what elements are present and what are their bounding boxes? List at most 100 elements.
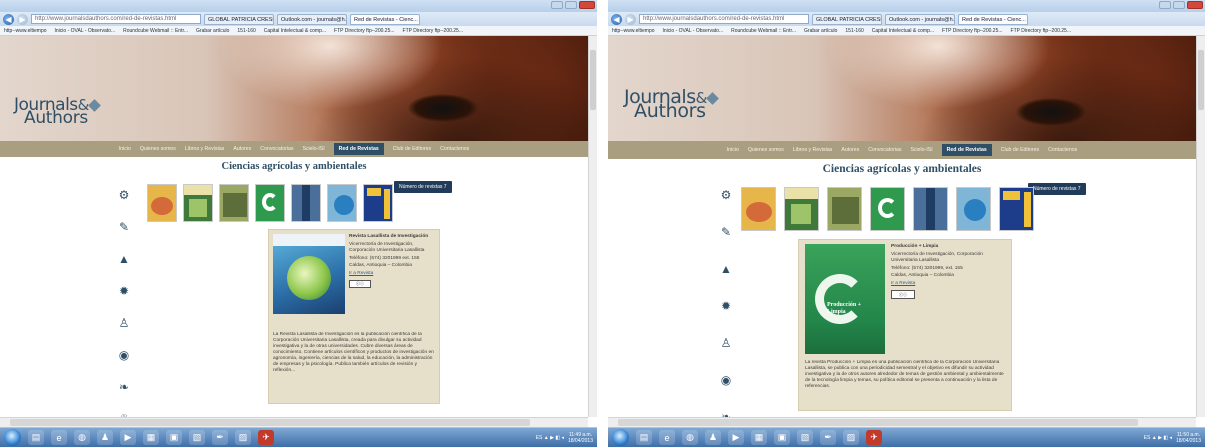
back-icon[interactable]: ◀ bbox=[611, 13, 622, 25]
gear-icon[interactable]: ✹ bbox=[116, 283, 132, 299]
tab-red-de-revistas[interactable]: Red de Revistas - Cienc... bbox=[350, 13, 420, 25]
menu-item-contactenos[interactable]: Contactenos bbox=[440, 146, 469, 152]
paint-icon[interactable]: ▧ bbox=[797, 430, 813, 445]
bookmark-item[interactable]: Capital Intelectual & comp... bbox=[264, 28, 326, 34]
bookmark-item[interactable]: Grabar artículo bbox=[196, 28, 229, 34]
bookmark-item[interactable]: 151-160 bbox=[845, 28, 863, 34]
fish-icon[interactable]: ❧ bbox=[718, 409, 734, 417]
flask-icon[interactable]: ♙ bbox=[116, 315, 132, 331]
ie-icon[interactable]: e bbox=[659, 430, 675, 445]
menu-item-scielo-isi[interactable]: Scielo-ISI bbox=[910, 147, 932, 153]
pdf-icon[interactable]: ✈ bbox=[258, 430, 274, 445]
globe-icon[interactable]: ◉ bbox=[116, 347, 132, 363]
address-bar[interactable]: http://www.journalsdauthors.com/red-de-r… bbox=[639, 14, 809, 24]
bookmark-item[interactable]: Grabar artículo bbox=[804, 28, 837, 34]
bookmark-item[interactable]: Capital Intelectual & comp... bbox=[872, 28, 934, 34]
menu-item-quienes-somos[interactable]: Quienes somos bbox=[748, 147, 784, 153]
menu-item-red-de-revistas[interactable]: Red de Revistas bbox=[333, 143, 384, 155]
bookmark-item[interactable]: Inicio - OVAL - Observato... bbox=[663, 28, 724, 34]
minimize-button[interactable] bbox=[1159, 1, 1171, 9]
bookmark-item[interactable]: Inicio - OVAL - Observato... bbox=[55, 28, 116, 34]
menu-item-inicio[interactable]: Inicio bbox=[119, 146, 131, 152]
menu-item-autores[interactable]: Autores bbox=[233, 146, 251, 152]
pen-icon[interactable]: ✒ bbox=[212, 430, 228, 445]
bookmark-item[interactable]: Roundcube Webmail :: Entr... bbox=[123, 28, 188, 34]
scroll-thumb[interactable] bbox=[10, 419, 530, 426]
leaf-drop-icon[interactable]: ✎ bbox=[718, 224, 734, 240]
firefox-icon[interactable]: ◍ bbox=[74, 430, 90, 445]
paint-icon[interactable]: ▧ bbox=[189, 430, 205, 445]
gear-icon[interactable]: ✹ bbox=[718, 298, 734, 314]
media-icon[interactable]: ▶ bbox=[728, 430, 744, 445]
pdf-icon[interactable]: ✈ bbox=[866, 430, 882, 445]
journal-cover[interactable] bbox=[827, 187, 862, 231]
menu-item-libros-revistas[interactable]: Libros y Revistas bbox=[185, 146, 225, 152]
bookmark-item[interactable]: http--www.eltiempo bbox=[4, 28, 47, 34]
bookmark-item[interactable]: FTP Directory ftp--200.25... bbox=[942, 28, 1002, 34]
journal-link[interactable]: Ir a Revista bbox=[349, 271, 373, 277]
media-icon[interactable]: ▶ bbox=[120, 430, 136, 445]
journal-cover[interactable] bbox=[183, 184, 213, 222]
pen-icon[interactable]: ✒ bbox=[820, 430, 836, 445]
clock[interactable]: 11:50 a.m. 18/04/2013 bbox=[1176, 432, 1201, 444]
tab-red-de-revistas[interactable]: Red de Revistas - Cienc... bbox=[958, 13, 1028, 25]
user-icon[interactable]: ♟ bbox=[97, 430, 113, 445]
bicycle-icon[interactable]: ⚙ bbox=[718, 187, 734, 203]
site-logo[interactable]: Journals& Authors bbox=[624, 88, 720, 121]
journal-count-button[interactable]: Número de revistas 7 bbox=[394, 181, 452, 193]
bicycle-icon[interactable]: ⚙ bbox=[116, 187, 132, 203]
journal-cover[interactable] bbox=[363, 184, 393, 222]
clock[interactable]: 11:49 a.m. 18/04/2013 bbox=[568, 432, 593, 444]
calc-icon[interactable]: ▦ bbox=[143, 430, 159, 445]
journal-cover[interactable] bbox=[327, 184, 357, 222]
tab-outlook[interactable]: Outlook.com - journals@h... bbox=[885, 13, 955, 25]
menu-item-red-de-revistas[interactable]: Red de Revistas bbox=[941, 144, 992, 156]
image-icon[interactable]: ▨ bbox=[843, 430, 859, 445]
journal-cover[interactable] bbox=[913, 187, 948, 231]
folder-icon[interactable]: ▤ bbox=[28, 430, 44, 445]
maximize-button[interactable] bbox=[1173, 1, 1185, 9]
bookmark-item[interactable]: Roundcube Webmail :: Entr... bbox=[731, 28, 796, 34]
menu-item-autores[interactable]: Autores bbox=[841, 147, 859, 153]
bookmark-item[interactable]: http--www.eltiempo bbox=[612, 28, 655, 34]
tray-icons[interactable]: ES ▲ ▶ ◧ ◂ bbox=[1144, 435, 1172, 441]
journal-cover[interactable] bbox=[255, 184, 285, 222]
journal-cover[interactable] bbox=[784, 187, 819, 231]
flask-icon[interactable]: ♙ bbox=[718, 335, 734, 351]
leaf-drop-icon[interactable]: ✎ bbox=[116, 219, 132, 235]
scroll-thumb[interactable] bbox=[1198, 50, 1204, 110]
firefox-icon[interactable]: ◍ bbox=[682, 430, 698, 445]
excel-icon[interactable]: ▣ bbox=[166, 430, 182, 445]
landscape-icon[interactable]: ▲ bbox=[718, 261, 734, 277]
horizontal-scrollbar[interactable] bbox=[608, 417, 1196, 427]
vertical-scrollbar[interactable] bbox=[1196, 36, 1205, 417]
fish-icon[interactable]: ❧ bbox=[116, 379, 132, 395]
tab-outlook[interactable]: Outlook.com - journals@h... bbox=[277, 13, 347, 25]
journal-cover[interactable] bbox=[999, 187, 1034, 231]
menu-item-libros-revistas[interactable]: Libros y Revistas bbox=[793, 147, 833, 153]
close-button[interactable] bbox=[1187, 1, 1203, 9]
back-icon[interactable]: ◀ bbox=[3, 13, 14, 25]
scroll-thumb[interactable] bbox=[590, 50, 596, 110]
menu-item-scielo-isi[interactable]: Scielo-ISI bbox=[302, 146, 324, 152]
maximize-button[interactable] bbox=[565, 1, 577, 9]
journal-cover[interactable] bbox=[956, 187, 991, 231]
journal-cover[interactable] bbox=[291, 184, 321, 222]
start-button[interactable] bbox=[4, 429, 21, 446]
calc-icon[interactable]: ▦ bbox=[751, 430, 767, 445]
forward-icon[interactable]: ▶ bbox=[17, 13, 28, 25]
journal-count-button[interactable]: Número de revistas 7 bbox=[1028, 183, 1086, 195]
minimize-button[interactable] bbox=[551, 1, 563, 9]
bookmark-item[interactable]: FTP Directory ftp--200.25... bbox=[1011, 28, 1071, 34]
globe-icon[interactable]: ◉ bbox=[718, 372, 734, 388]
landscape-icon[interactable]: ▲ bbox=[116, 251, 132, 267]
excel-icon[interactable]: ▣ bbox=[774, 430, 790, 445]
journal-cover[interactable] bbox=[870, 187, 905, 231]
tab-global[interactable]: GLOBAL PATRICIA CRESPO bbox=[204, 13, 274, 25]
journal-link[interactable]: Ir a Revista bbox=[891, 281, 915, 287]
user-icon[interactable]: ♟ bbox=[705, 430, 721, 445]
bookmark-item[interactable]: 151-160 bbox=[237, 28, 255, 34]
folder-icon[interactable]: ▤ bbox=[636, 430, 652, 445]
start-button[interactable] bbox=[612, 429, 629, 446]
journal-cover[interactable] bbox=[147, 184, 177, 222]
